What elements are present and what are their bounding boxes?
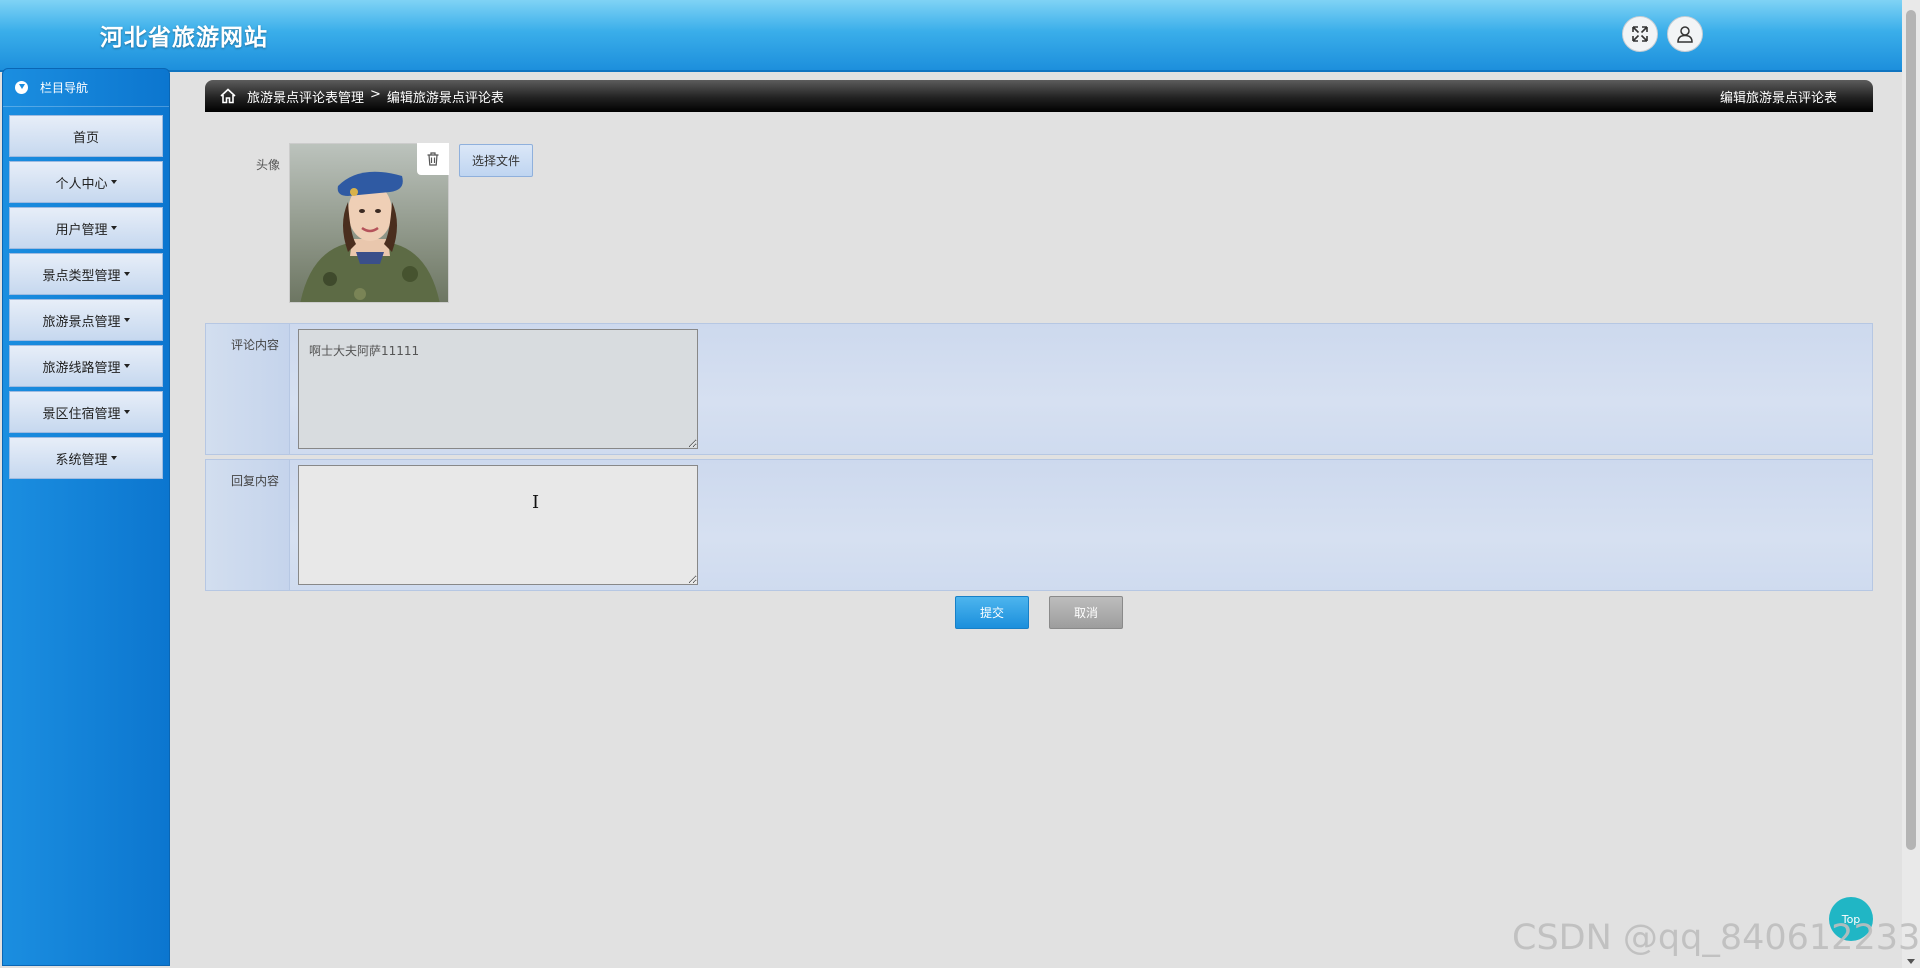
breadcrumb-separator: > bbox=[370, 86, 381, 102]
breadcrumb-current: 编辑旅游景点评论表 bbox=[386, 90, 504, 106]
sidebar: 栏目导航 首页 个人中心 用户管理 景点类型管理 旅游景点管理 旅游线路管理 景… bbox=[2, 68, 170, 966]
caret-down-icon bbox=[110, 180, 117, 184]
user-button[interactable] bbox=[1667, 16, 1703, 52]
expand-icon bbox=[1632, 26, 1648, 42]
sidebar-item-label: 旅游线路管理 bbox=[42, 360, 121, 376]
avatar-label: 头像 bbox=[255, 158, 280, 172]
sidebar-item-scenic-spot-management[interactable]: 旅游景点管理 bbox=[9, 299, 163, 341]
sidebar-item-label: 个人中心 bbox=[55, 176, 108, 192]
sidebar-item-system-management[interactable]: 系统管理 bbox=[9, 437, 163, 479]
sidebar-nav: 首页 个人中心 用户管理 景点类型管理 旅游景点管理 旅游线路管理 景区住宿管理… bbox=[3, 115, 169, 479]
sidebar-item-label: 系统管理 bbox=[55, 452, 108, 468]
scrollbar-thumb[interactable] bbox=[1906, 10, 1916, 850]
comment-label: 评论内容 bbox=[206, 324, 290, 454]
reply-label: 回复内容 bbox=[206, 460, 290, 590]
home-icon[interactable] bbox=[219, 87, 237, 105]
sidebar-item-label: 首页 bbox=[72, 130, 99, 146]
sidebar-item-personal-center[interactable]: 个人中心 bbox=[9, 161, 163, 203]
user-icon bbox=[1677, 26, 1693, 43]
caret-down-icon bbox=[110, 456, 117, 460]
caret-down-icon bbox=[110, 226, 117, 230]
site-title: 河北省旅游网站 bbox=[100, 25, 268, 51]
scroll-down-icon[interactable] bbox=[1907, 959, 1915, 964]
sidebar-item-lodging-management[interactable]: 景区住宿管理 bbox=[9, 391, 163, 433]
watermark: CSDN @qq_840612233 bbox=[1512, 918, 1920, 958]
sidebar-item-route-management[interactable]: 旅游线路管理 bbox=[9, 345, 163, 387]
cancel-button[interactable]: 取消 bbox=[1049, 596, 1123, 629]
sidebar-header: 栏目导航 bbox=[3, 69, 169, 107]
sidebar-item-label: 旅游景点管理 bbox=[42, 314, 121, 330]
choose-file-button[interactable]: 选择文件 bbox=[459, 144, 533, 177]
page-scrollbar[interactable] bbox=[1902, 0, 1920, 968]
reply-row: 回复内容 bbox=[205, 459, 1873, 591]
caret-down-icon bbox=[123, 410, 130, 414]
top-header: 河北省旅游网站 bbox=[0, 0, 1902, 72]
caret-down-icon bbox=[123, 364, 130, 368]
fullscreen-button[interactable] bbox=[1622, 16, 1658, 52]
page-title: 编辑旅游景点评论表 bbox=[1719, 90, 1837, 106]
comment-row: 评论内容 啊士大夫阿萨11111 bbox=[205, 323, 1873, 455]
caret-down-icon bbox=[123, 272, 130, 276]
comment-textarea[interactable]: 啊士大夫阿萨11111 bbox=[298, 329, 698, 449]
sidebar-title: 栏目导航 bbox=[40, 81, 89, 95]
sidebar-item-home[interactable]: 首页 bbox=[9, 115, 163, 157]
collapse-icon[interactable] bbox=[15, 81, 28, 94]
submit-button[interactable]: 提交 bbox=[955, 596, 1029, 629]
sidebar-item-label: 景区住宿管理 bbox=[42, 406, 121, 422]
sidebar-item-label: 景点类型管理 bbox=[42, 268, 121, 284]
text-cursor-icon: I bbox=[532, 492, 540, 513]
delete-avatar-button[interactable] bbox=[417, 143, 449, 175]
caret-down-icon bbox=[123, 318, 130, 322]
breadcrumb: 旅游景点评论表管理 > 编辑旅游景点评论表 编辑旅游景点评论表 bbox=[205, 80, 1873, 112]
sidebar-item-user-management[interactable]: 用户管理 bbox=[9, 207, 163, 249]
reply-textarea[interactable] bbox=[298, 465, 698, 585]
sidebar-item-label: 用户管理 bbox=[55, 222, 108, 238]
sidebar-item-scenic-type-management[interactable]: 景点类型管理 bbox=[9, 253, 163, 295]
breadcrumb-parent[interactable]: 旅游景点评论表管理 bbox=[247, 87, 364, 106]
trash-icon bbox=[427, 152, 439, 166]
